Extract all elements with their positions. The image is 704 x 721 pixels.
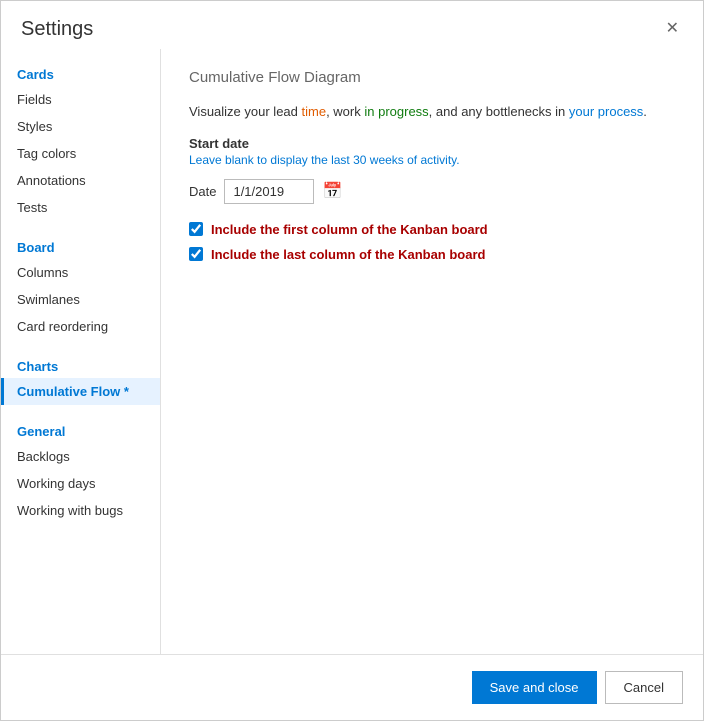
sidebar-item-working-with-bugs[interactable]: Working with bugs	[1, 497, 160, 524]
settings-dialog: Settings ✕ Cards Fields Styles Tag color…	[0, 0, 704, 721]
checkbox-row-last-column: Include the last column of the Kanban bo…	[189, 247, 675, 262]
date-field-label: Date	[189, 184, 216, 199]
desc-time: time	[302, 104, 327, 119]
save-and-close-button[interactable]: Save and close	[472, 671, 597, 704]
date-row: Date 📅	[189, 179, 675, 204]
checkbox-row-first-column: Include the first column of the Kanban b…	[189, 222, 675, 237]
start-date-hint: Leave blank to display the last 30 weeks…	[189, 153, 675, 167]
date-input[interactable]	[224, 179, 314, 204]
desc-between1: , work	[326, 104, 364, 119]
sidebar-item-annotations[interactable]: Annotations	[1, 167, 160, 194]
cancel-button[interactable]: Cancel	[605, 671, 683, 704]
description-text: Visualize your lead time, work in progre…	[189, 102, 675, 122]
sidebar-section-board: Board	[1, 230, 160, 259]
sidebar-item-card-reordering[interactable]: Card reordering	[1, 313, 160, 340]
sidebar-item-backlogs[interactable]: Backlogs	[1, 443, 160, 470]
sidebar-item-fields[interactable]: Fields	[1, 86, 160, 113]
sidebar-section-general: General	[1, 414, 160, 443]
dialog-body: Cards Fields Styles Tag colors Annotatio…	[1, 49, 703, 654]
desc-after: .	[643, 104, 647, 119]
dialog-title: Settings	[21, 18, 93, 41]
start-date-label: Start date	[189, 136, 675, 151]
dialog-footer: Save and close Cancel	[1, 654, 703, 720]
sidebar-item-swimlanes[interactable]: Swimlanes	[1, 286, 160, 313]
close-button[interactable]: ✕	[662, 17, 683, 41]
dialog-header: Settings ✕	[1, 1, 703, 49]
checkbox-last-column-label: Include the last column of the Kanban bo…	[211, 247, 485, 262]
sidebar-item-styles[interactable]: Styles	[1, 113, 160, 140]
sidebar-item-tests[interactable]: Tests	[1, 194, 160, 221]
section-title: Cumulative Flow Diagram	[189, 69, 675, 86]
sidebar-section-cards: Cards	[1, 57, 160, 86]
sidebar-item-columns[interactable]: Columns	[1, 259, 160, 286]
checkbox-first-column-label: Include the first column of the Kanban b…	[211, 222, 488, 237]
sidebar: Cards Fields Styles Tag colors Annotatio…	[1, 49, 161, 654]
checkbox-first-column[interactable]	[189, 222, 203, 236]
main-content: Cumulative Flow Diagram Visualize your l…	[161, 49, 703, 654]
sidebar-item-cumulative-flow[interactable]: Cumulative Flow *	[1, 378, 160, 405]
sidebar-item-working-days[interactable]: Working days	[1, 470, 160, 497]
checkbox-last-column[interactable]	[189, 247, 203, 261]
desc-between2: , and any bottlenecks in	[429, 104, 569, 119]
calendar-icon[interactable]: 📅	[322, 181, 342, 201]
desc-process: your process	[569, 104, 643, 119]
sidebar-item-tag-colors[interactable]: Tag colors	[1, 140, 160, 167]
sidebar-section-charts: Charts	[1, 349, 160, 378]
desc-before: Visualize your lead	[189, 104, 302, 119]
desc-progress: in progress	[364, 104, 428, 119]
